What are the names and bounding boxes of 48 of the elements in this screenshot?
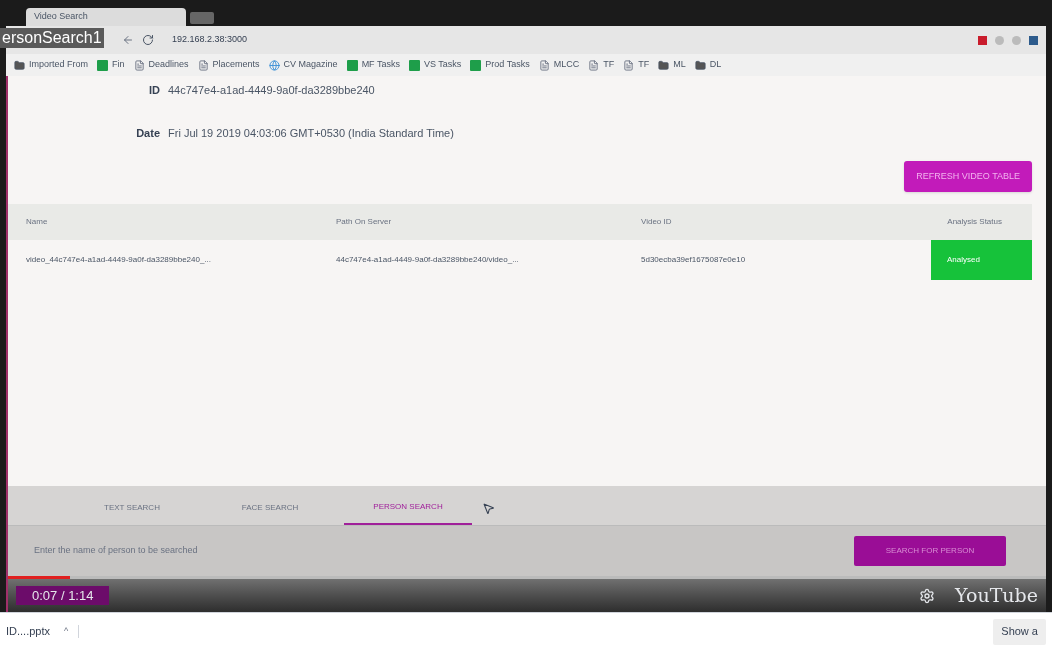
bookmark[interactable]: Deadlines	[133, 58, 189, 72]
page-icon	[538, 59, 550, 71]
show-all-button[interactable]: Show a	[993, 618, 1046, 645]
column-header: Name	[26, 216, 49, 228]
column-header: Path On Server	[336, 216, 393, 228]
table-cell-text: video_44c747e4-a1ad-4449-9a0f-da3289bbe240_...	[26, 254, 213, 266]
bookmark[interactable]: ML	[658, 58, 686, 72]
search-tab[interactable]: FACE SEARCH	[206, 491, 334, 525]
detail-label: Date	[136, 125, 160, 141]
bookmark[interactable]: DL	[694, 58, 722, 72]
folder-icon	[694, 59, 706, 71]
video-title: ersonSearch1	[0, 28, 104, 48]
table-cell-text: 44c747e4-a1ad-4449-9a0f-da3289bbe240/video_...	[336, 254, 520, 266]
bookmark[interactable]: VS Tasks	[408, 58, 462, 72]
cursor-icon	[482, 502, 495, 515]
bookmark[interactable]: Imported From	[14, 58, 88, 72]
detail-value: 44c747e4-a1ad-4449-9a0f-da3289bbe240	[168, 83, 375, 98]
bookmark[interactable]: TF	[623, 58, 650, 72]
detail-label: ID	[148, 83, 160, 98]
page-icon	[197, 59, 209, 71]
search-tab[interactable]: TEXT SEARCH	[68, 491, 196, 525]
bookmark[interactable]: TF	[588, 58, 615, 72]
settings-icon[interactable]	[919, 587, 936, 604]
bookmark[interactable]: Fin	[97, 58, 125, 72]
back-icon[interactable]	[122, 34, 134, 46]
bookmark[interactable]: CV Magazine	[268, 58, 338, 72]
bookmark[interactable]: MF Tasks	[346, 58, 400, 72]
column-header: Analysis Status	[946, 216, 1003, 228]
table-cell-text: 5d30ecba39ef1675087e0e10	[641, 254, 747, 266]
globe-icon	[268, 59, 280, 71]
page-icon	[588, 59, 600, 71]
folder-icon	[14, 59, 25, 71]
bookmark[interactable]: Placements	[197, 58, 260, 72]
bookmark[interactable]: Prod Tasks	[470, 58, 530, 72]
youtube-logo[interactable]: YouTube	[955, 581, 1038, 610]
page-icon	[133, 59, 145, 71]
page-icon	[623, 59, 635, 71]
person-name-field[interactable]: Enter the name of person to be searched	[34, 544, 334, 558]
status-cell: Analysed	[931, 240, 1032, 280]
address-bar[interactable]: 192.168.2.38:3000	[172, 33, 248, 47]
browser-tab[interactable]: Video Search	[26, 8, 186, 26]
bookmark[interactable]: MLCC	[538, 58, 580, 72]
column-header: Video ID	[641, 216, 673, 228]
download-file[interactable]: ID....pptx	[6, 623, 51, 640]
time-label: 0:07 / 1:14	[16, 585, 110, 606]
reload-icon[interactable]	[142, 34, 154, 46]
folder-icon	[658, 59, 670, 71]
detail-value: Fri Jul 19 2019 04:03:06 GMT+0530 (India Standard Time)	[168, 125, 454, 141]
